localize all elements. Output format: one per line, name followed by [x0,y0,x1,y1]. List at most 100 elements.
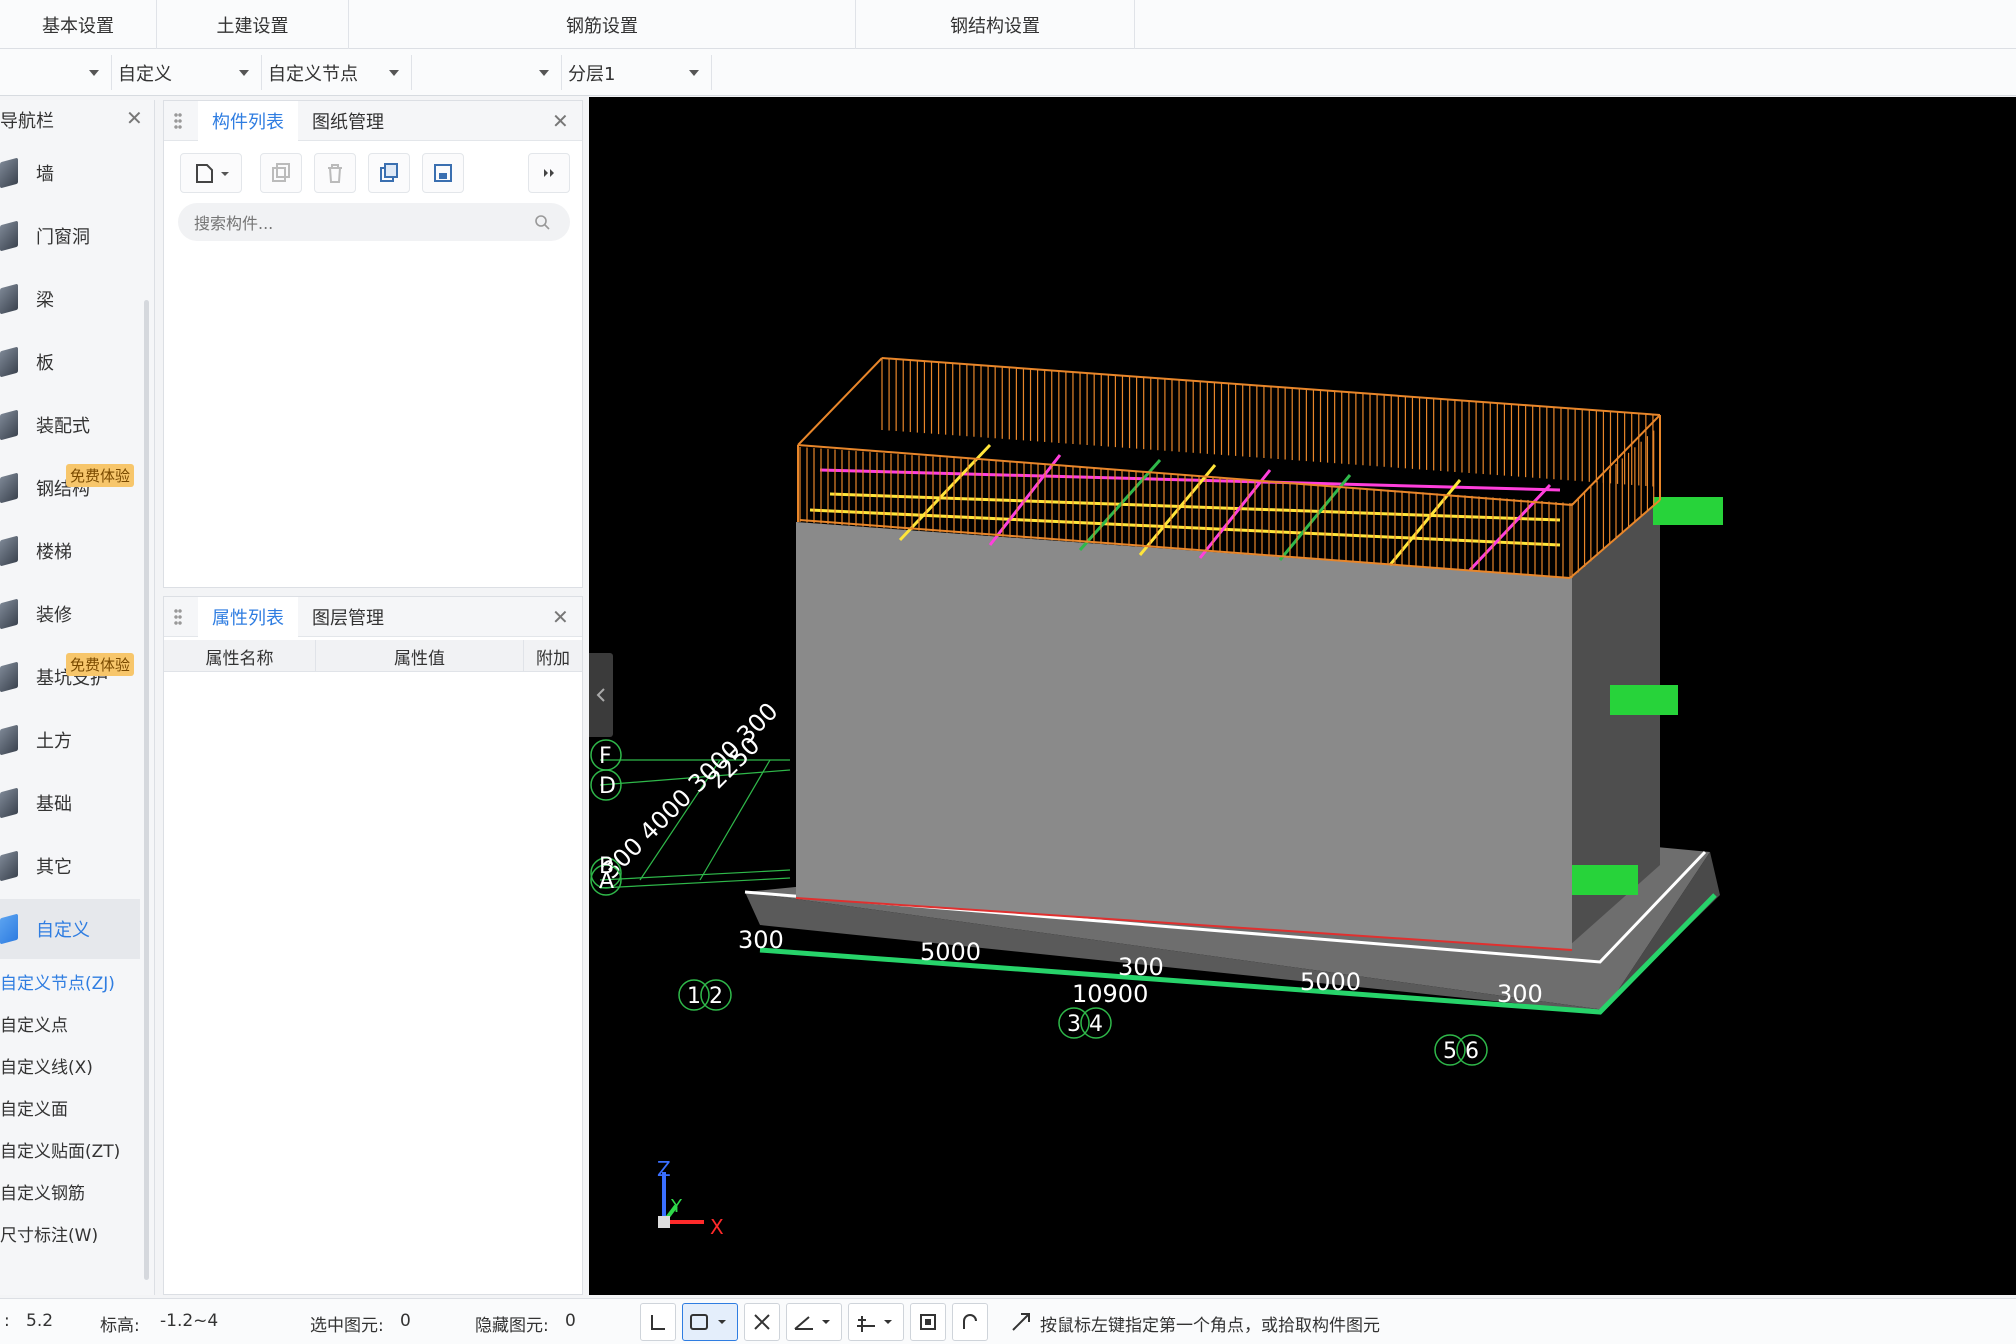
ribbon-group-civil: 土建设置 [157,0,349,49]
nav-item-wall[interactable]: 墙 [0,143,140,203]
side-pad-middle [1610,685,1678,715]
component-list-panel: 构件列表 图纸管理 ✕ [163,100,583,588]
arc-button[interactable] [952,1303,988,1341]
nav-scrollbar[interactable] [144,300,149,1280]
col-property-extra: 附加 [536,648,570,669]
delete-button[interactable] [314,153,356,193]
nav-item-label: 门窗洞 [36,227,90,248]
search-field[interactable] [192,209,516,237]
rect-select-button[interactable] [682,1303,738,1341]
tab-component-list[interactable]: 构件列表 [198,101,298,143]
type-select-value: 自定义节点 [268,63,358,85]
search-input[interactable] [178,203,570,241]
tab-drawing-manager[interactable]: 图纸管理 [298,101,398,141]
nav-item-earthwork[interactable]: 土方 [0,710,140,770]
dim-bottom-0: 300 [738,926,784,954]
sub-item-custom-face[interactable]: 自定义面 [0,1087,140,1127]
copy-button[interactable] [260,153,302,193]
door-window-icon [0,220,18,252]
layer-select[interactable]: 分层1 [562,55,712,90]
drag-handle-icon[interactable] [174,608,182,626]
ribbon-group-steel: 钢结构设置 [856,0,1135,49]
col-property-name: 属性名称 [164,640,316,672]
axis-F: F [599,744,612,769]
angle-button[interactable] [786,1303,842,1341]
nav-item-stairs[interactable]: 楼梯 [0,521,140,581]
cross-select-button[interactable] [744,1303,780,1341]
nav-item-prefab[interactable]: 装配式 [0,395,140,455]
ortho-button[interactable] [640,1303,676,1341]
sub-item-custom-rebar[interactable]: 自定义钢筋 [0,1171,140,1211]
snap-button[interactable] [848,1303,904,1341]
floor-select[interactable] [0,55,112,90]
save-layer-button[interactable] [422,153,464,193]
resize-arrow-icon [1012,1313,1030,1331]
double-chevron-icon [544,169,554,177]
nav-item-custom[interactable]: 自定义 [0,899,140,959]
dim-bottom-3: 5000 [1300,968,1361,996]
rect-select-icon [690,1314,726,1330]
axis-3: 3 [1067,1012,1081,1037]
close-icon[interactable]: ✕ [552,109,569,133]
new-component-button[interactable] [180,153,242,193]
sub-item-custom-node[interactable]: 自定义节点(ZJ) [0,961,140,1001]
duplicate-icon [380,163,398,182]
finish-icon [0,598,18,630]
earthwork-icon [0,724,18,756]
nav-item-label: 墙 [36,164,54,185]
nav-title: 导航栏 [0,111,54,132]
free-trial-badge: 免费体验 [66,464,135,487]
status-bar: : 5.2 标高: -1.2~4 选中图元: 0 隐藏图元: 0 按鼠标左键指定… [0,1298,2016,1344]
tab-property-list[interactable]: 属性列表 [198,597,298,639]
nav-item-label: 其它 [36,857,72,878]
nav-item-steel[interactable]: 钢结构 免费体验 [0,458,140,518]
type-select[interactable]: 自定义节点 [262,55,412,90]
prefab-icon [0,409,18,441]
drag-handle-icon[interactable] [174,112,182,130]
close-icon[interactable]: ✕ [126,106,143,130]
new-file-icon [196,164,229,183]
scale-label: : [4,1311,10,1331]
chevron-down-icon [239,70,249,76]
hidden-value: 0 [565,1311,576,1331]
search-icon [535,215,550,230]
nav-item-finish[interactable]: 装修 [0,584,140,644]
sub-item-dimension[interactable]: 尺寸标注(W) [0,1213,140,1253]
dim-total: 10900 [1072,980,1148,1008]
sub-item-custom-veneer[interactable]: 自定义贴面(ZT) [0,1129,140,1169]
selector-bar: 自定义 自定义节点 分层1 [0,49,2016,96]
nav-item-label: 基础 [36,794,72,815]
property-table-header: 属性名称 属性值 附加 [164,640,582,672]
gizmo-y: Y [670,1196,683,1217]
gizmo-x: X [710,1215,724,1239]
hidden-label: 隐藏图元: [475,1316,549,1336]
dim-left: 300 4000 3000 300 [596,697,783,884]
wall-icon [0,157,18,189]
axis-5: 5 [1443,1039,1457,1064]
duplicate-button[interactable] [368,153,410,193]
gizmo-z: Z [657,1157,671,1181]
slab-icon [0,346,18,378]
elevation-label: 标高: [100,1316,140,1336]
close-icon[interactable]: ✕ [552,605,569,629]
nav-item-slab[interactable]: 板 [0,332,140,392]
category-select-value: 自定义 [118,63,172,85]
tab-layer-manager[interactable]: 图层管理 [298,597,398,637]
nav-item-foundation[interactable]: 基础 [0,773,140,833]
chevron-down-icon [539,70,549,76]
display-button[interactable] [910,1303,946,1341]
nav-item-door-window[interactable]: 门窗洞 [0,206,140,266]
nav-item-beam[interactable]: 梁 [0,269,140,329]
component-select[interactable] [412,55,562,90]
3d-viewport[interactable]: 300 5000 300 5000 300 10900 300 4000 300… [589,97,2016,1295]
trash-icon [328,164,342,183]
sub-item-custom-point[interactable]: 自定义点 [0,1003,140,1043]
nav-item-other[interactable]: 其它 [0,836,140,896]
more-button[interactable] [528,153,570,193]
category-select[interactable]: 自定义 [112,55,262,90]
nav-header: 导航栏 ✕ [0,100,155,140]
sub-item-custom-line[interactable]: 自定义线(X) [0,1045,140,1085]
ortho-icon [651,1315,665,1330]
nav-item-pit-support[interactable]: 基坑支护 免费体验 [0,647,140,707]
other-icon [0,850,18,882]
